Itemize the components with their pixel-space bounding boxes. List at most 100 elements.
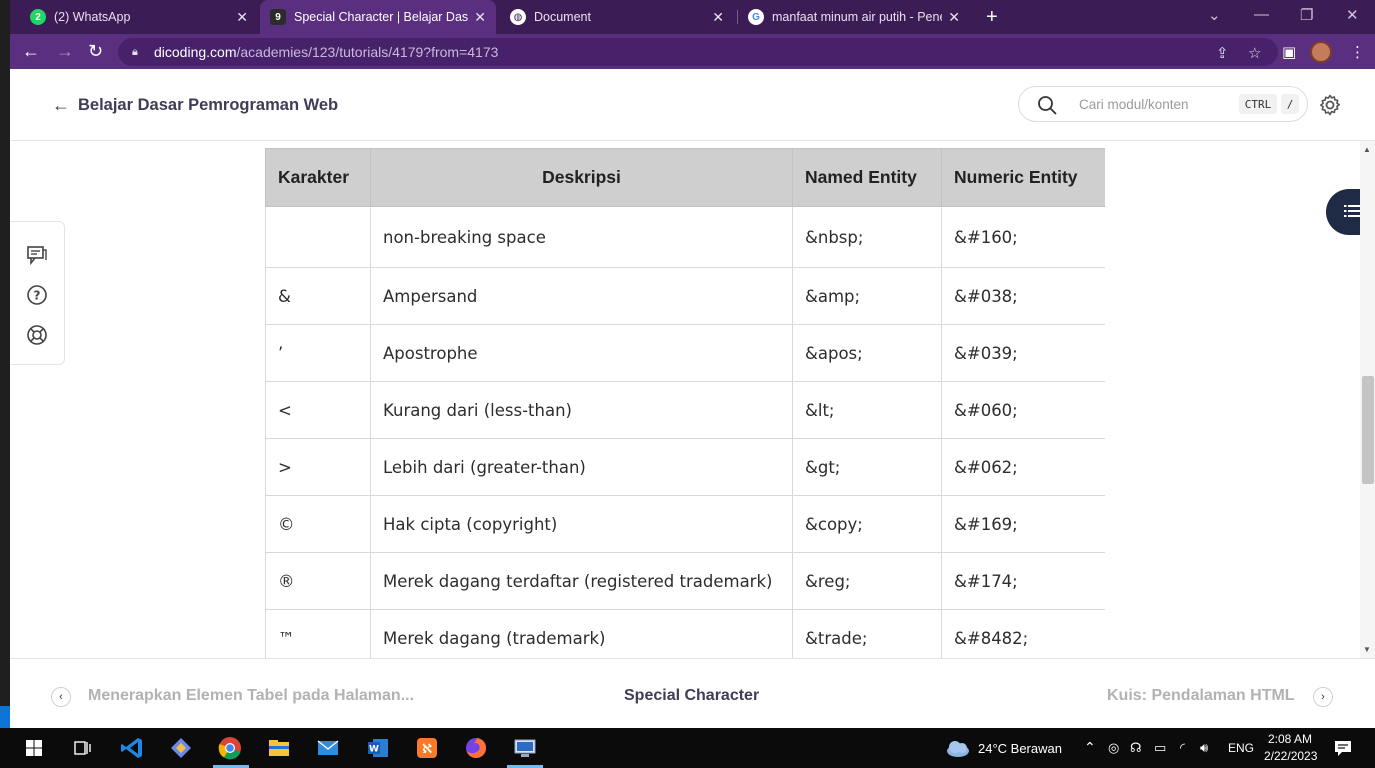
cell-named-entity: &amp; <box>792 267 942 325</box>
lock-icon[interactable]: 🔒︎ <box>132 46 144 58</box>
search-placeholder: Cari modul/konten <box>1079 97 1189 112</box>
profile-avatar[interactable] <box>1310 41 1332 63</box>
volume-icon[interactable]: 🔊︎ <box>1200 740 1208 756</box>
support-lifebuoy-icon[interactable] <box>26 324 48 346</box>
back-button[interactable]: ← <box>22 41 40 62</box>
tab-google-search[interactable]: G manfaat minum air putih - Penelu ✕ <box>738 0 970 34</box>
back-to-course-link[interactable]: ← Belajar Dasar Pemrograman Web <box>52 95 338 116</box>
forward-button[interactable]: → <box>56 41 74 62</box>
list-icon <box>1344 205 1360 217</box>
windows-taskbar: W ℵ 24°C Berawan ⌃ ◎ ☊ ▭ ◜ 🔊︎ ENG 2:08 A… <box>0 728 1375 768</box>
headset-muted-icon[interactable]: ☊ <box>1130 740 1142 756</box>
column-header: Karakter <box>265 148 371 207</box>
wifi-icon[interactable]: ◜ <box>1180 740 1185 756</box>
cell-numeric-entity: &#060; <box>941 381 1105 439</box>
tab-special-character[interactable]: 9 Special Character | Belajar Dasar P ✕ <box>260 0 496 34</box>
address-bar[interactable]: 🔒︎ dicoding.com/academies/123/tutorials/… <box>118 38 1278 66</box>
cell-description: Kurang dari (less-than) <box>370 381 793 439</box>
minimize-button[interactable]: — <box>1254 6 1269 23</box>
close-tab-icon[interactable]: ✕ <box>236 9 248 26</box>
column-header: Deskripsi <box>370 148 793 207</box>
page-scrollbar-thumb[interactable] <box>1362 376 1374 484</box>
previous-module-button[interactable]: ‹ <box>51 687 71 707</box>
restore-button[interactable]: ❐ <box>1300 6 1313 24</box>
arrow-left-icon: ← <box>52 95 70 115</box>
cell-character: © <box>265 495 371 553</box>
bookmark-star-icon[interactable]: ☆ <box>1248 44 1261 62</box>
cell-description: non-breaking space <box>370 206 793 268</box>
course-title: Belajar Dasar Pemrograman Web <box>78 96 339 114</box>
cell-description: Merek dagang (trademark) <box>370 609 793 658</box>
menu-kebab-icon[interactable]: ⋮ <box>1350 43 1365 61</box>
reload-button[interactable]: ↻ <box>88 41 103 62</box>
previous-module-link[interactable]: Menerapkan Elemen Tabel pada Halaman... <box>88 687 414 705</box>
tab-document[interactable]: ◍ Document ✕ <box>500 0 734 34</box>
xampp-icon[interactable]: ℵ <box>413 734 441 762</box>
scroll-up-arrow-icon[interactable]: ▲ <box>1363 145 1371 154</box>
table-row: > Lebih dari (greater-than) &gt; &#062; <box>265 438 1105 496</box>
cell-named-entity: &gt; <box>792 438 942 496</box>
cell-character: < <box>265 381 371 439</box>
close-tab-icon[interactable]: ✕ <box>948 9 960 26</box>
meet-now-icon[interactable]: ◎ <box>1108 740 1119 756</box>
desktop-edge <box>0 0 10 728</box>
next-module-link[interactable]: Kuis: Pendalaman HTML <box>1107 687 1295 705</box>
firefox-icon[interactable] <box>462 734 490 762</box>
new-tab-button[interactable]: + <box>986 6 998 29</box>
cell-named-entity: &copy; <box>792 495 942 553</box>
sourcetree-icon[interactable] <box>167 734 195 762</box>
whatsapp-icon: 2 <box>30 9 46 25</box>
cell-named-entity: &lt; <box>792 381 942 439</box>
column-header: Named Entity <box>792 148 942 207</box>
help-icon[interactable]: ? <box>26 284 48 306</box>
url-path: /academies/123/tutorials/4179?from=4173 <box>236 44 499 60</box>
scroll-down-arrow-icon[interactable]: ▼ <box>1363 645 1371 654</box>
tab-whatsapp[interactable]: 2 (2) WhatsApp ✕ <box>20 0 258 34</box>
tab-title: Special Character | Belajar Dasar P <box>294 10 469 24</box>
table-header-row: Karakter Deskripsi Named Entity Numeric … <box>265 148 1105 207</box>
next-module-button[interactable]: › <box>1313 687 1333 707</box>
discussion-icon[interactable] <box>26 244 48 266</box>
dicoding-icon: 9 <box>270 9 286 25</box>
cell-numeric-entity: &#039; <box>941 324 1105 382</box>
cell-numeric-entity: &#038; <box>941 267 1105 325</box>
chrome-icon[interactable] <box>216 734 244 762</box>
table-row: < Kurang dari (less-than) &lt; &#060; <box>265 381 1105 439</box>
weather-cloud-icon[interactable] <box>943 734 973 762</box>
weather-text[interactable]: 24°C Berawan <box>978 741 1062 756</box>
cell-description: Apostrophe <box>370 324 793 382</box>
windows-start-icon[interactable] <box>20 734 48 762</box>
word-icon[interactable]: W <box>364 734 392 762</box>
settings-gear-icon[interactable] <box>1318 93 1342 117</box>
close-tab-icon[interactable]: ✕ <box>474 9 486 26</box>
cell-numeric-entity: &#160; <box>941 206 1105 268</box>
cell-named-entity: &apos; <box>792 324 942 382</box>
share-icon[interactable]: ⇪ <box>1216 44 1229 62</box>
clock-date[interactable]: 2/22/2023 <box>1264 749 1317 763</box>
file-explorer-icon[interactable] <box>265 734 293 762</box>
notifications-icon[interactable] <box>1330 734 1356 762</box>
close-window-button[interactable]: ✕ <box>1346 6 1359 24</box>
cell-description: Ampersand <box>370 267 793 325</box>
tray-chevron-up-icon[interactable]: ⌃ <box>1084 739 1096 756</box>
close-tab-icon[interactable]: ✕ <box>712 9 724 26</box>
cell-named-entity: &reg; <box>792 552 942 610</box>
tab-search-icon[interactable]: ⌄ <box>1208 6 1221 24</box>
task-view-icon[interactable] <box>68 734 96 762</box>
remote-desktop-icon[interactable] <box>511 734 539 762</box>
url-host: dicoding.com <box>154 44 237 60</box>
mail-icon[interactable] <box>314 734 342 762</box>
table-row: non-breaking space &nbsp; &#160; <box>265 206 1105 268</box>
side-panel-icon[interactable]: ▣ <box>1282 43 1296 61</box>
svg-text:?: ? <box>34 289 41 303</box>
vscode-icon[interactable] <box>118 734 146 762</box>
browser-tab-strip: 2 (2) WhatsApp ✕ 9 Special Character | B… <box>10 0 1375 34</box>
input-language[interactable]: ENG <box>1228 741 1254 755</box>
cell-character: ™ <box>265 609 371 658</box>
search-box[interactable]: Cari modul/konten CTRL / <box>1018 86 1308 122</box>
cell-description: Merek dagang terdaftar (registered trade… <box>370 552 793 610</box>
battery-icon[interactable]: ▭ <box>1154 740 1166 756</box>
cell-numeric-entity: &#169; <box>941 495 1105 553</box>
clock-time[interactable]: 2:08 AM <box>1268 732 1312 746</box>
special-character-table-container: Karakter Deskripsi Named Entity Numeric … <box>265 148 1105 658</box>
